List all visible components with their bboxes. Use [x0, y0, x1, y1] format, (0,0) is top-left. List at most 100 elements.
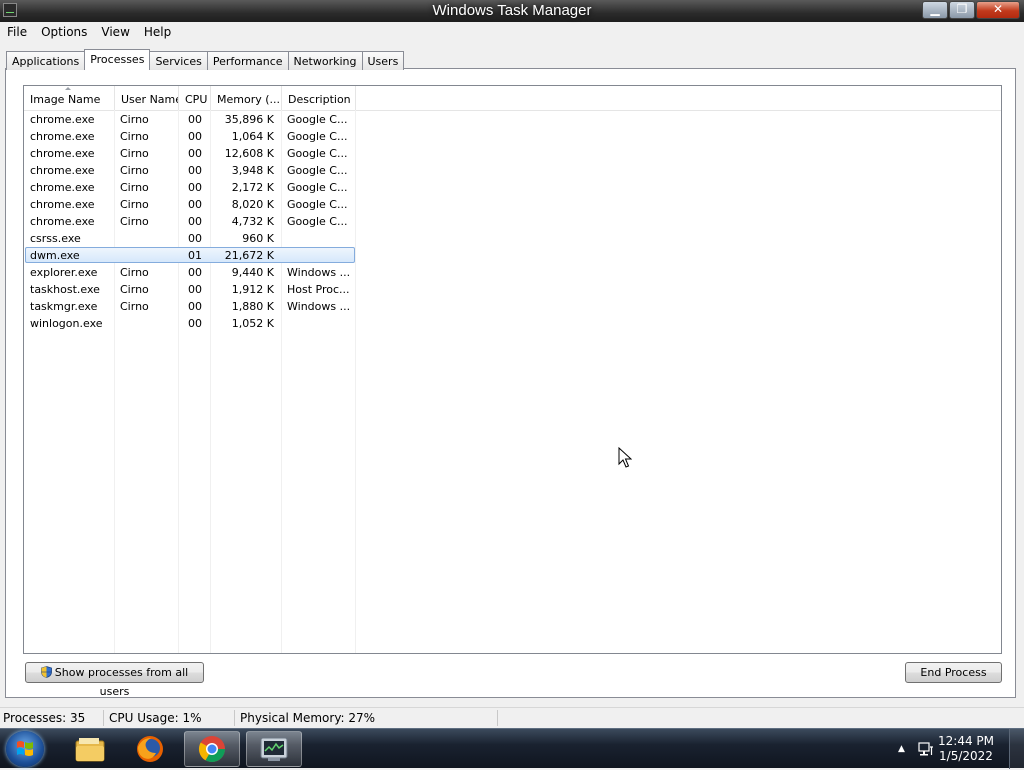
- process-cpu: 00: [188, 181, 202, 194]
- tab-users[interactable]: Users: [361, 51, 405, 70]
- tab-applications[interactable]: Applications: [6, 51, 86, 70]
- process-image-name: chrome.exe: [30, 113, 95, 126]
- process-description: Google C...: [287, 181, 348, 194]
- process-user-name: Cirno: [120, 198, 149, 211]
- menu-view[interactable]: View: [94, 23, 136, 42]
- process-memory: 4,732 K: [231, 215, 274, 228]
- process-row[interactable]: chrome.exe Cirno 00 2,172 K Google C...: [24, 179, 1001, 196]
- process-row[interactable]: chrome.exe Cirno 00 12,608 K Google C...: [24, 145, 1001, 162]
- process-cpu: 00: [188, 198, 202, 211]
- process-image-name: taskmgr.exe: [30, 300, 98, 313]
- process-list-header: Image Name User Name CPU Memory (... Des…: [24, 86, 1001, 111]
- status-separator: [234, 710, 235, 726]
- firefox-taskbar-button[interactable]: [122, 731, 178, 767]
- column-image-name-label: Image Name: [30, 93, 101, 106]
- process-image-name: dwm.exe: [30, 249, 80, 262]
- tab-networking[interactable]: Networking: [287, 51, 363, 70]
- show-desktop-button[interactable]: [1009, 729, 1024, 769]
- process-user-name: Cirno: [120, 283, 149, 296]
- column-image-name[interactable]: Image Name: [24, 86, 115, 110]
- process-row[interactable]: chrome.exe Cirno 00 1,064 K Google C...: [24, 128, 1001, 145]
- status-bar: Processes: 35 CPU Usage: 1% Physical Mem…: [0, 707, 1024, 729]
- process-user-name: Cirno: [120, 147, 149, 160]
- process-user-name: Cirno: [120, 113, 149, 126]
- chrome-taskbar-button[interactable]: [184, 731, 240, 767]
- task-manager-icon: [260, 737, 288, 761]
- taskbar: ▲ 12:44 PM 1/5/2022: [0, 728, 1024, 769]
- process-cpu: 00: [188, 113, 202, 126]
- status-separator: [497, 710, 498, 726]
- title-bar[interactable]: Windows Task Manager ▁ ❐ ✕: [0, 0, 1024, 22]
- start-button[interactable]: [6, 731, 44, 767]
- process-list[interactable]: Image Name User Name CPU Memory (... Des…: [23, 85, 1002, 654]
- process-description: Windows ...: [287, 266, 351, 279]
- process-cpu: 00: [188, 147, 202, 160]
- process-user-name: Cirno: [120, 181, 149, 194]
- process-cpu: 00: [188, 266, 202, 279]
- process-rows: chrome.exe Cirno 00 35,896 K Google C... chro…: [24, 111, 1001, 332]
- task-manager-taskbar-button[interactable]: [246, 731, 302, 767]
- menu-options[interactable]: Options: [34, 23, 94, 42]
- process-memory: 9,440 K: [231, 266, 274, 279]
- windows-logo-icon: [17, 741, 33, 756]
- column-memory[interactable]: Memory (...: [211, 86, 282, 110]
- process-row[interactable]: chrome.exe Cirno 00 35,896 K Google C...: [24, 111, 1001, 128]
- process-cpu: 01: [188, 249, 202, 262]
- chrome-icon: [198, 736, 226, 763]
- process-row[interactable]: taskhost.exe Cirno 00 1,912 K Host Proc...: [24, 281, 1001, 298]
- column-cpu[interactable]: CPU: [179, 86, 211, 110]
- column-user-name[interactable]: User Name: [115, 86, 179, 110]
- process-user-name: Cirno: [120, 215, 149, 228]
- process-user-name: Cirno: [120, 130, 149, 143]
- minimize-button[interactable]: ▁: [922, 1, 948, 19]
- process-row[interactable]: chrome.exe Cirno 00 4,732 K Google C...: [24, 213, 1001, 230]
- taskbar-clock[interactable]: 12:44 PM 1/5/2022: [936, 734, 996, 764]
- process-row[interactable]: explorer.exe Cirno 00 9,440 K Windows ...: [24, 264, 1001, 281]
- process-user-name: Cirno: [120, 300, 149, 313]
- process-description: Google C...: [287, 147, 348, 160]
- network-icon[interactable]: [918, 741, 934, 757]
- windows-explorer-taskbar-button[interactable]: [62, 731, 118, 767]
- sort-ascending-icon: [65, 87, 71, 90]
- uac-shield-icon: [40, 666, 52, 678]
- process-image-name: chrome.exe: [30, 147, 95, 160]
- process-image-name: chrome.exe: [30, 164, 95, 177]
- process-image-name: chrome.exe: [30, 130, 95, 143]
- column-description[interactable]: Description: [282, 86, 356, 110]
- close-button[interactable]: ✕: [976, 1, 1020, 19]
- tab-performance[interactable]: Performance: [206, 51, 289, 70]
- process-row[interactable]: winlogon.exe 00 1,052 K: [24, 315, 1001, 332]
- menu-bar: File Options View Help: [0, 23, 1024, 42]
- tab-processes[interactable]: Processes: [84, 49, 151, 70]
- process-description: Google C...: [287, 164, 348, 177]
- process-memory: 1,912 K: [231, 283, 274, 296]
- process-row[interactable]: csrss.exe 00 960 K: [24, 230, 1001, 247]
- firefox-icon: [137, 736, 163, 762]
- status-separator: [103, 710, 104, 726]
- process-memory: 35,896 K: [224, 113, 274, 126]
- process-row[interactable]: taskmgr.exe Cirno 00 1,880 K Windows ...: [24, 298, 1001, 315]
- process-cpu: 00: [188, 232, 202, 245]
- process-memory: 8,020 K: [231, 198, 274, 211]
- process-image-name: csrss.exe: [30, 232, 81, 245]
- process-memory: 960 K: [242, 232, 274, 245]
- show-all-users-button[interactable]: Show processes from all users: [25, 662, 204, 698]
- menu-file[interactable]: File: [0, 23, 34, 42]
- menu-help[interactable]: Help: [137, 23, 178, 42]
- process-user-name: Cirno: [120, 164, 149, 177]
- status-process-count: Processes: 35: [3, 711, 86, 725]
- tab-services[interactable]: Services: [149, 51, 208, 70]
- restore-button[interactable]: ❐: [949, 1, 975, 19]
- process-row[interactable]: dwm.exe 01 21,672 K: [24, 247, 1001, 264]
- mouse-cursor-icon: [618, 447, 632, 468]
- show-hidden-icons-icon[interactable]: ▲: [898, 744, 905, 754]
- process-row[interactable]: chrome.exe Cirno 00 8,020 K Google C...: [24, 196, 1001, 213]
- process-description: Google C...: [287, 113, 348, 126]
- process-row[interactable]: chrome.exe Cirno 00 3,948 K Google C...: [24, 162, 1001, 179]
- process-cpu: 00: [188, 130, 202, 143]
- end-process-button[interactable]: End Process: [905, 662, 1002, 683]
- process-memory: 21,672 K: [224, 249, 274, 262]
- process-user-name: Cirno: [120, 266, 149, 279]
- process-description: Windows ...: [287, 300, 351, 313]
- process-image-name: chrome.exe: [30, 181, 95, 194]
